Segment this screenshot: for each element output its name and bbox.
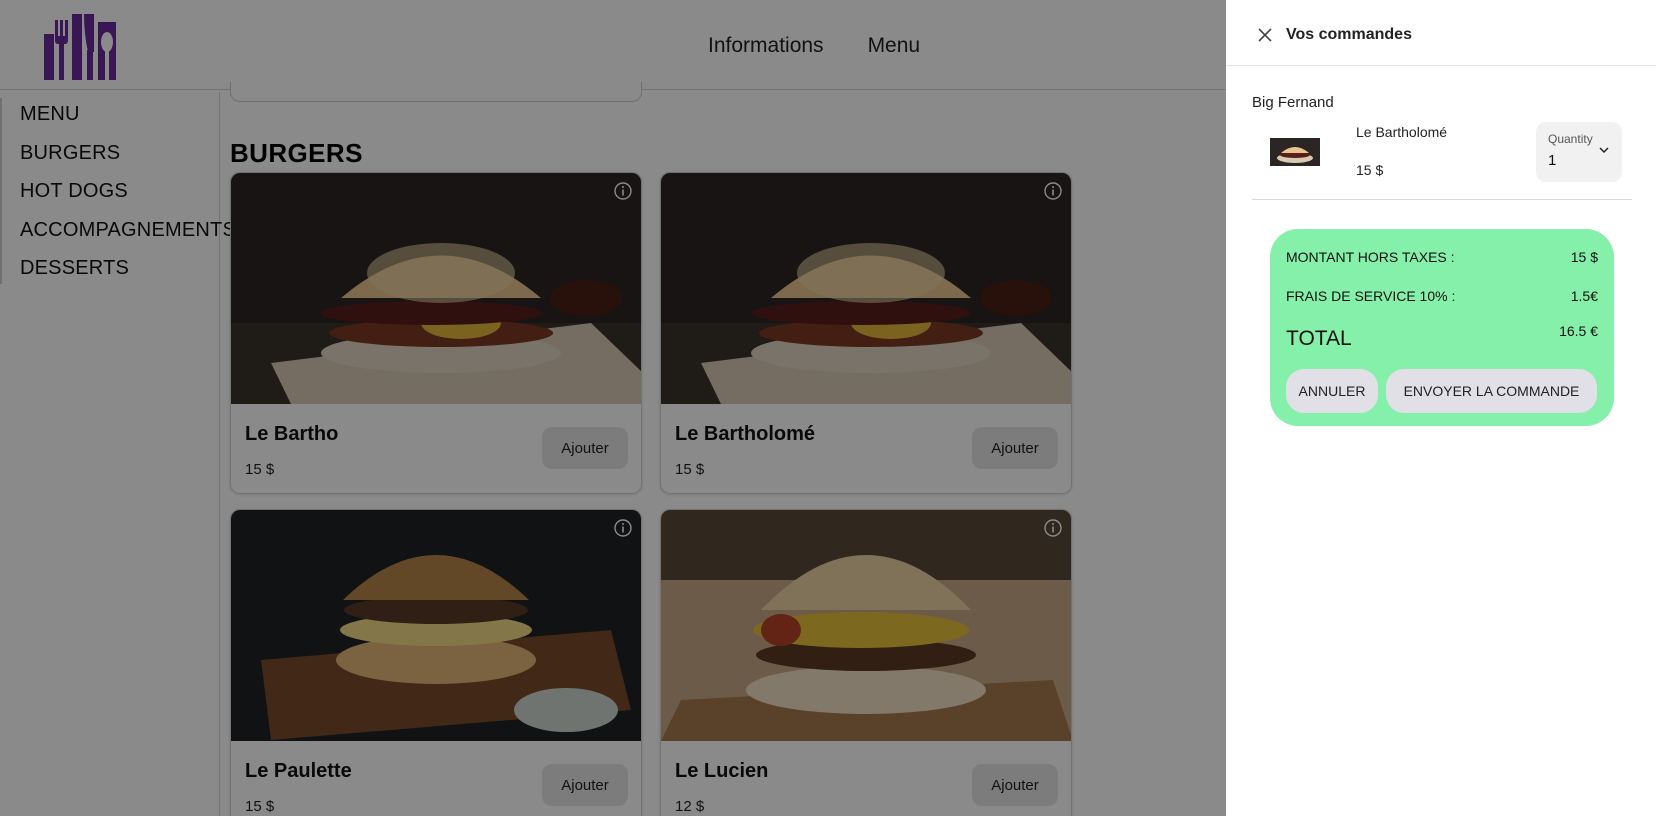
restaurant-name: Big Fernand	[1252, 94, 1334, 111]
order-item-thumbnail	[1270, 138, 1320, 166]
drawer-header: Vos commandes	[1226, 4, 1656, 66]
modal-backdrop[interactable]	[0, 0, 1226, 816]
order-item-price: 15 $	[1356, 162, 1384, 178]
order-item-name: Le Bartholomé	[1356, 124, 1448, 140]
service-fee-value: 1.5€	[1570, 288, 1598, 304]
quantity-value: 1	[1548, 152, 1557, 169]
service-fee-label: FRAIS DE SERVICE 10% :	[1286, 288, 1456, 304]
orders-drawer: Vos commandes Big Fernand Le Bartholomé …	[1226, 4, 1656, 816]
cancel-button[interactable]: ANNULER	[1286, 369, 1378, 413]
send-order-button[interactable]: ENVOYER LA COMMANDE	[1386, 369, 1597, 413]
close-icon[interactable]	[1256, 26, 1274, 44]
quantity-select[interactable]: Quantity 1	[1536, 122, 1622, 182]
subtotal-label: MONTANT HORS TAXES :	[1286, 249, 1455, 265]
drawer-title: Vos commandes	[1286, 26, 1412, 43]
order-summary: MONTANT HORS TAXES : 15 $ FRAIS DE SERVI…	[1270, 229, 1614, 426]
quantity-label: Quantity	[1548, 132, 1593, 146]
chevron-down-icon	[1599, 147, 1609, 154]
order-line-item: Le Bartholomé 15 $ Quantity 1	[1252, 116, 1632, 200]
total-label: TOTAL	[1286, 327, 1352, 350]
total-value: 16.5 €	[1559, 323, 1598, 339]
subtotal-value: 15 $	[1570, 249, 1598, 265]
